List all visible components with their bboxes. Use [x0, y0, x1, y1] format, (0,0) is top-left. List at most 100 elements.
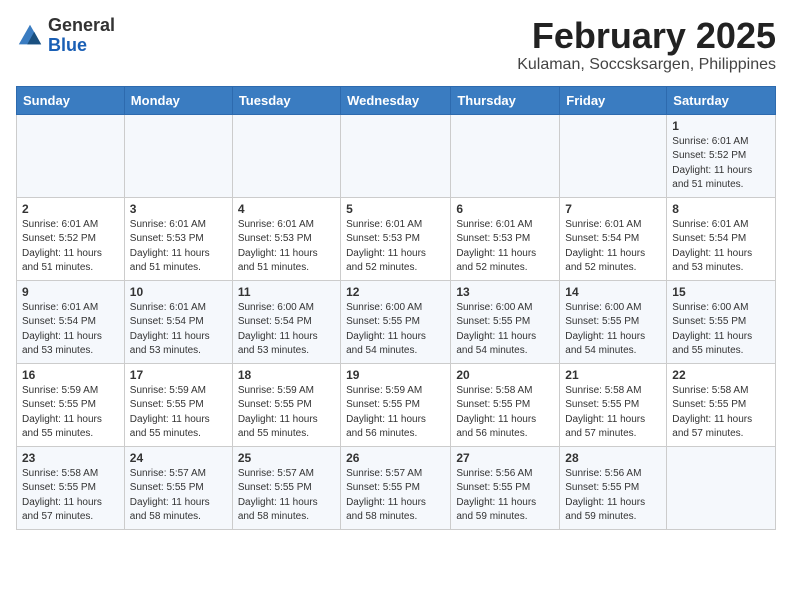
- calendar-subtitle: Kulaman, Soccsksargen, Philippines: [517, 56, 776, 74]
- day-info: Sunrise: 5:57 AM Sunset: 5:55 PM Dayligh…: [346, 467, 445, 525]
- day-number: 28: [565, 451, 661, 465]
- day-cell: 10 Sunrise: 6:01 AM Sunset: 5:54 PM Dayli…: [124, 280, 232, 363]
- day-cell: 17 Sunrise: 5:59 AM Sunset: 5:55 PM Dayli…: [124, 363, 232, 446]
- week-row-1: 1 Sunrise: 6:01 AM Sunset: 5:52 PM Daylig…: [17, 114, 776, 197]
- week-row-5: 23 Sunrise: 5:58 AM Sunset: 5:55 PM Dayli…: [17, 446, 776, 529]
- day-cell: 27 Sunrise: 5:56 AM Sunset: 5:55 PM Dayli…: [451, 446, 560, 529]
- day-cell: 6Sunrise: 6:01 AM Sunset: 5:53 PM Daylig…: [451, 197, 560, 280]
- header-day-wednesday: Wednesday: [341, 86, 451, 114]
- day-info: Sunrise: 6:01 AM Sunset: 5:52 PM Dayligh…: [672, 135, 770, 193]
- day-number: 16: [22, 368, 119, 382]
- day-cell: 5 Sunrise: 6:01 AM Sunset: 5:53 PM Daylig…: [341, 197, 451, 280]
- calendar-table: SundayMondayTuesdayWednesdayThursdayFrid…: [16, 86, 776, 530]
- header-day-saturday: Saturday: [667, 86, 776, 114]
- day-info: Sunrise: 6:00 AM Sunset: 5:55 PM Dayligh…: [456, 301, 554, 359]
- day-number: 6: [456, 202, 554, 216]
- day-info: Sunrise: 6:01 AM Sunset: 5:54 PM Dayligh…: [22, 301, 119, 359]
- day-cell: [124, 114, 232, 197]
- day-number: 14: [565, 285, 661, 299]
- calendar-header-row: SundayMondayTuesdayWednesdayThursdayFrid…: [17, 86, 776, 114]
- day-info: Sunrise: 5:59 AM Sunset: 5:55 PM Dayligh…: [346, 384, 445, 442]
- day-cell: [667, 446, 776, 529]
- day-cell: 15Sunrise: 6:00 AM Sunset: 5:55 PM Dayli…: [667, 280, 776, 363]
- header-day-monday: Monday: [124, 86, 232, 114]
- day-number: 17: [130, 368, 227, 382]
- day-info: Sunrise: 5:58 AM Sunset: 5:55 PM Dayligh…: [456, 384, 554, 442]
- day-number: 2: [22, 202, 119, 216]
- day-number: 3: [130, 202, 227, 216]
- week-row-3: 9 Sunrise: 6:01 AM Sunset: 5:54 PM Daylig…: [17, 280, 776, 363]
- day-info: Sunrise: 5:56 AM Sunset: 5:55 PM Dayligh…: [565, 467, 661, 525]
- day-info: Sunrise: 6:01 AM Sunset: 5:53 PM Dayligh…: [130, 218, 227, 276]
- day-info: Sunrise: 5:58 AM Sunset: 5:55 PM Dayligh…: [565, 384, 661, 442]
- day-number: 1: [672, 119, 770, 133]
- day-info: Sunrise: 6:00 AM Sunset: 5:54 PM Dayligh…: [238, 301, 335, 359]
- day-info: Sunrise: 6:01 AM Sunset: 5:53 PM Dayligh…: [346, 218, 445, 276]
- day-info: Sunrise: 5:58 AM Sunset: 5:55 PM Dayligh…: [22, 467, 119, 525]
- day-info: Sunrise: 6:00 AM Sunset: 5:55 PM Dayligh…: [565, 301, 661, 359]
- day-cell: 23 Sunrise: 5:58 AM Sunset: 5:55 PM Dayli…: [17, 446, 125, 529]
- day-cell: 21 Sunrise: 5:58 AM Sunset: 5:55 PM Dayli…: [560, 363, 667, 446]
- day-info: Sunrise: 6:01 AM Sunset: 5:54 PM Dayligh…: [130, 301, 227, 359]
- day-number: 10: [130, 285, 227, 299]
- day-number: 13: [456, 285, 554, 299]
- day-cell: 18 Sunrise: 5:59 AM Sunset: 5:55 PM Dayli…: [232, 363, 340, 446]
- day-cell: 19 Sunrise: 5:59 AM Sunset: 5:55 PM Dayli…: [341, 363, 451, 446]
- day-cell: 22 Sunrise: 5:58 AM Sunset: 5:55 PM Dayli…: [667, 363, 776, 446]
- calendar-title: February 2025: [517, 16, 776, 56]
- day-cell: 3 Sunrise: 6:01 AM Sunset: 5:53 PM Daylig…: [124, 197, 232, 280]
- day-info: Sunrise: 5:59 AM Sunset: 5:55 PM Dayligh…: [238, 384, 335, 442]
- day-info: Sunrise: 5:59 AM Sunset: 5:55 PM Dayligh…: [22, 384, 119, 442]
- week-row-4: 16 Sunrise: 5:59 AM Sunset: 5:55 PM Dayli…: [17, 363, 776, 446]
- day-cell: [17, 114, 125, 197]
- day-cell: [451, 114, 560, 197]
- title-block: February 2025 Kulaman, Soccsksargen, Phi…: [517, 16, 776, 74]
- day-cell: 25Sunrise: 5:57 AM Sunset: 5:55 PM Dayli…: [232, 446, 340, 529]
- day-info: Sunrise: 5:57 AM Sunset: 5:55 PM Dayligh…: [130, 467, 227, 525]
- day-cell: 2 Sunrise: 6:01 AM Sunset: 5:52 PM Daylig…: [17, 197, 125, 280]
- logo-blue: Blue: [48, 36, 115, 56]
- day-cell: [341, 114, 451, 197]
- day-info: Sunrise: 5:58 AM Sunset: 5:55 PM Dayligh…: [672, 384, 770, 442]
- logo-icon: [16, 22, 44, 50]
- logo: General Blue: [16, 16, 115, 56]
- day-cell: 4 Sunrise: 6:01 AM Sunset: 5:53 PM Daylig…: [232, 197, 340, 280]
- day-cell: 7 Sunrise: 6:01 AM Sunset: 5:54 PM Daylig…: [560, 197, 667, 280]
- day-number: 7: [565, 202, 661, 216]
- day-number: 25: [238, 451, 335, 465]
- day-info: Sunrise: 5:59 AM Sunset: 5:55 PM Dayligh…: [130, 384, 227, 442]
- day-number: 19: [346, 368, 445, 382]
- day-number: 22: [672, 368, 770, 382]
- day-number: 18: [238, 368, 335, 382]
- day-cell: [232, 114, 340, 197]
- day-cell: 1 Sunrise: 6:01 AM Sunset: 5:52 PM Daylig…: [667, 114, 776, 197]
- day-cell: 12 Sunrise: 6:00 AM Sunset: 5:55 PM Dayli…: [341, 280, 451, 363]
- day-info: Sunrise: 6:00 AM Sunset: 5:55 PM Dayligh…: [346, 301, 445, 359]
- day-number: 20: [456, 368, 554, 382]
- day-info: Sunrise: 6:01 AM Sunset: 5:54 PM Dayligh…: [565, 218, 661, 276]
- day-cell: 8Sunrise: 6:01 AM Sunset: 5:54 PM Daylig…: [667, 197, 776, 280]
- day-info: Sunrise: 6:01 AM Sunset: 5:53 PM Dayligh…: [238, 218, 335, 276]
- day-info: Sunrise: 5:56 AM Sunset: 5:55 PM Dayligh…: [456, 467, 554, 525]
- day-number: 11: [238, 285, 335, 299]
- day-number: 27: [456, 451, 554, 465]
- day-cell: [560, 114, 667, 197]
- day-cell: 28 Sunrise: 5:56 AM Sunset: 5:55 PM Dayli…: [560, 446, 667, 529]
- day-number: 12: [346, 285, 445, 299]
- day-number: 9: [22, 285, 119, 299]
- day-number: 5: [346, 202, 445, 216]
- header-day-thursday: Thursday: [451, 86, 560, 114]
- day-cell: 9 Sunrise: 6:01 AM Sunset: 5:54 PM Daylig…: [17, 280, 125, 363]
- day-info: Sunrise: 6:01 AM Sunset: 5:52 PM Dayligh…: [22, 218, 119, 276]
- day-number: 8: [672, 202, 770, 216]
- day-cell: 26Sunrise: 5:57 AM Sunset: 5:55 PM Dayli…: [341, 446, 451, 529]
- logo-general: General: [48, 16, 115, 36]
- header-day-sunday: Sunday: [17, 86, 125, 114]
- day-info: Sunrise: 6:00 AM Sunset: 5:55 PM Dayligh…: [672, 301, 770, 359]
- day-cell: 11 Sunrise: 6:00 AM Sunset: 5:54 PM Dayli…: [232, 280, 340, 363]
- day-number: 21: [565, 368, 661, 382]
- day-number: 23: [22, 451, 119, 465]
- day-number: 4: [238, 202, 335, 216]
- day-cell: 20 Sunrise: 5:58 AM Sunset: 5:55 PM Dayli…: [451, 363, 560, 446]
- day-cell: 14 Sunrise: 6:00 AM Sunset: 5:55 PM Dayli…: [560, 280, 667, 363]
